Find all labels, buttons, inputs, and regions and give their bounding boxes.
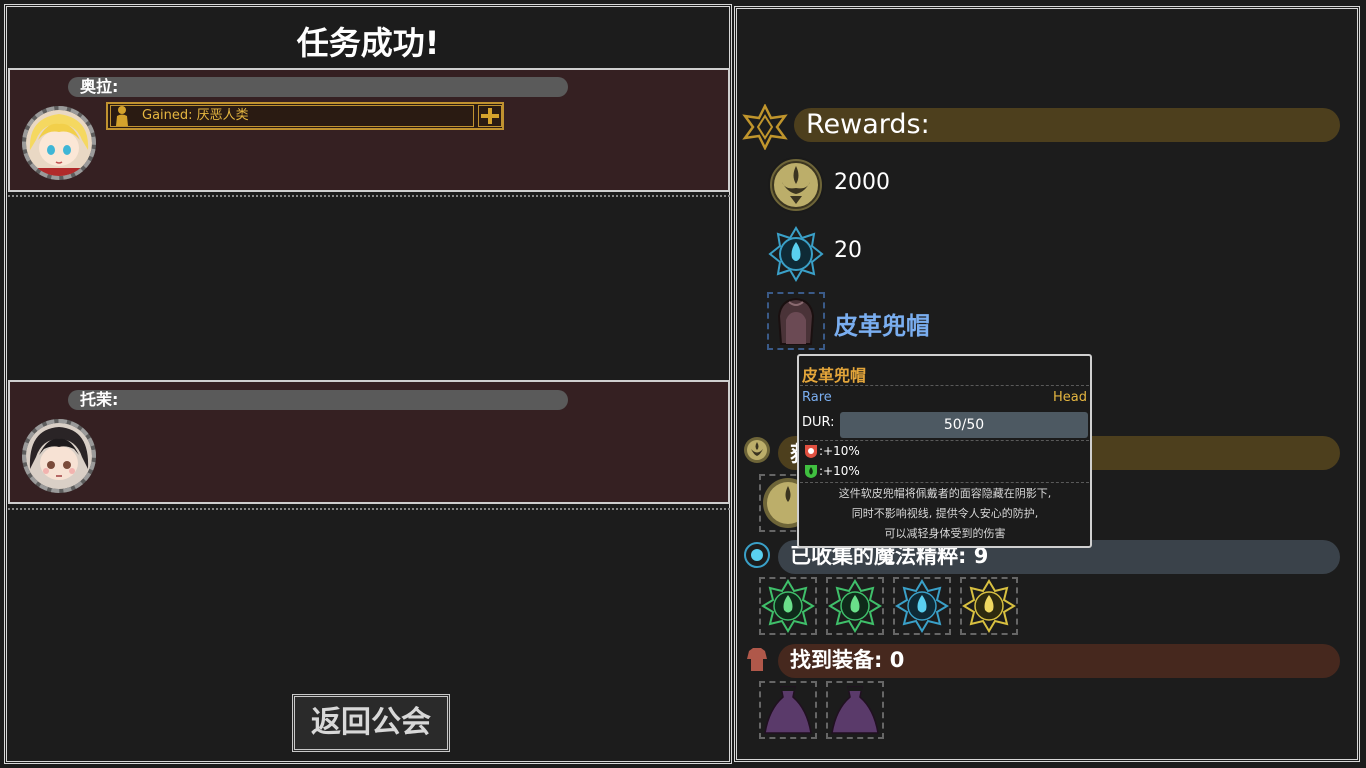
tooltip-title: 皮革兜帽	[802, 366, 867, 385]
mercenary-name: 托茉:	[80, 390, 119, 409]
gold-section-icon	[743, 436, 771, 464]
tooltip-dur-bar: 50/50	[840, 412, 1088, 438]
return-to-guild-button[interactable]: 返回公会	[292, 694, 450, 752]
equipment-section-label: 找到装备: 0	[790, 648, 905, 672]
name-bar	[68, 390, 568, 410]
mercenary-name: 奥拉:	[80, 77, 119, 96]
tooltip-slot: Head	[1053, 390, 1087, 405]
card-divider	[8, 195, 730, 197]
essence-slot-green[interactable]	[759, 577, 817, 635]
trait-cross-icon[interactable]	[478, 105, 502, 127]
essence-slot-blue[interactable]	[893, 577, 951, 635]
card-divider	[8, 508, 730, 510]
essence-slot-green[interactable]	[826, 577, 884, 635]
rewards-title: Rewards:	[806, 109, 930, 140]
stat-resist-icon	[803, 443, 819, 459]
tooltip-divider	[800, 482, 1089, 483]
tooltip-desc-line: 可以减轻身体受到的伤害	[884, 527, 1006, 540]
stat-poison-icon	[803, 463, 819, 479]
tooltip-divider	[800, 385, 1089, 386]
essence-amount: 20	[834, 238, 862, 263]
tooltip-stat-1: :+10%	[819, 444, 860, 458]
avatar-frame	[22, 106, 96, 180]
essence-section-icon	[743, 541, 771, 569]
mission-title: 任务成功!	[296, 24, 440, 62]
tooltip-stat-2: :+10%	[819, 464, 860, 478]
name-bar	[68, 77, 568, 97]
item-name[interactable]: 皮革兜帽	[834, 306, 930, 341]
tooltip-desc-line: 这件软皮兜帽将佩戴者的面容隐藏在阴影下,	[838, 487, 1052, 500]
rewards-star-icon	[742, 103, 788, 151]
tooltip-description: 这件软皮兜帽将佩戴者的面容隐藏在阴影下, 同时不影响视线, 提供令人安心的防护,…	[800, 484, 1090, 544]
tooltip-rarity: Rare	[802, 390, 832, 405]
item-slot[interactable]	[767, 292, 825, 350]
equipment-slot[interactable]	[826, 681, 884, 739]
gold-amount: 2000	[834, 170, 890, 195]
tooltip-desc-line: 同时不影响视线, 提供令人安心的防护,	[851, 507, 1039, 520]
gold-coin-icon	[767, 156, 825, 214]
tooltip-divider	[800, 440, 1089, 441]
trait-person-icon	[112, 105, 132, 127]
trait-gained-text: Gained: 厌恶人类	[142, 108, 249, 123]
essence-slot-yellow[interactable]	[960, 577, 1018, 635]
magic-essence-icon	[768, 226, 824, 282]
equipment-section-icon	[745, 645, 769, 673]
avatar-frame	[22, 419, 96, 493]
tooltip-dur-label: DUR:	[802, 415, 835, 430]
equipment-slot[interactable]	[759, 681, 817, 739]
